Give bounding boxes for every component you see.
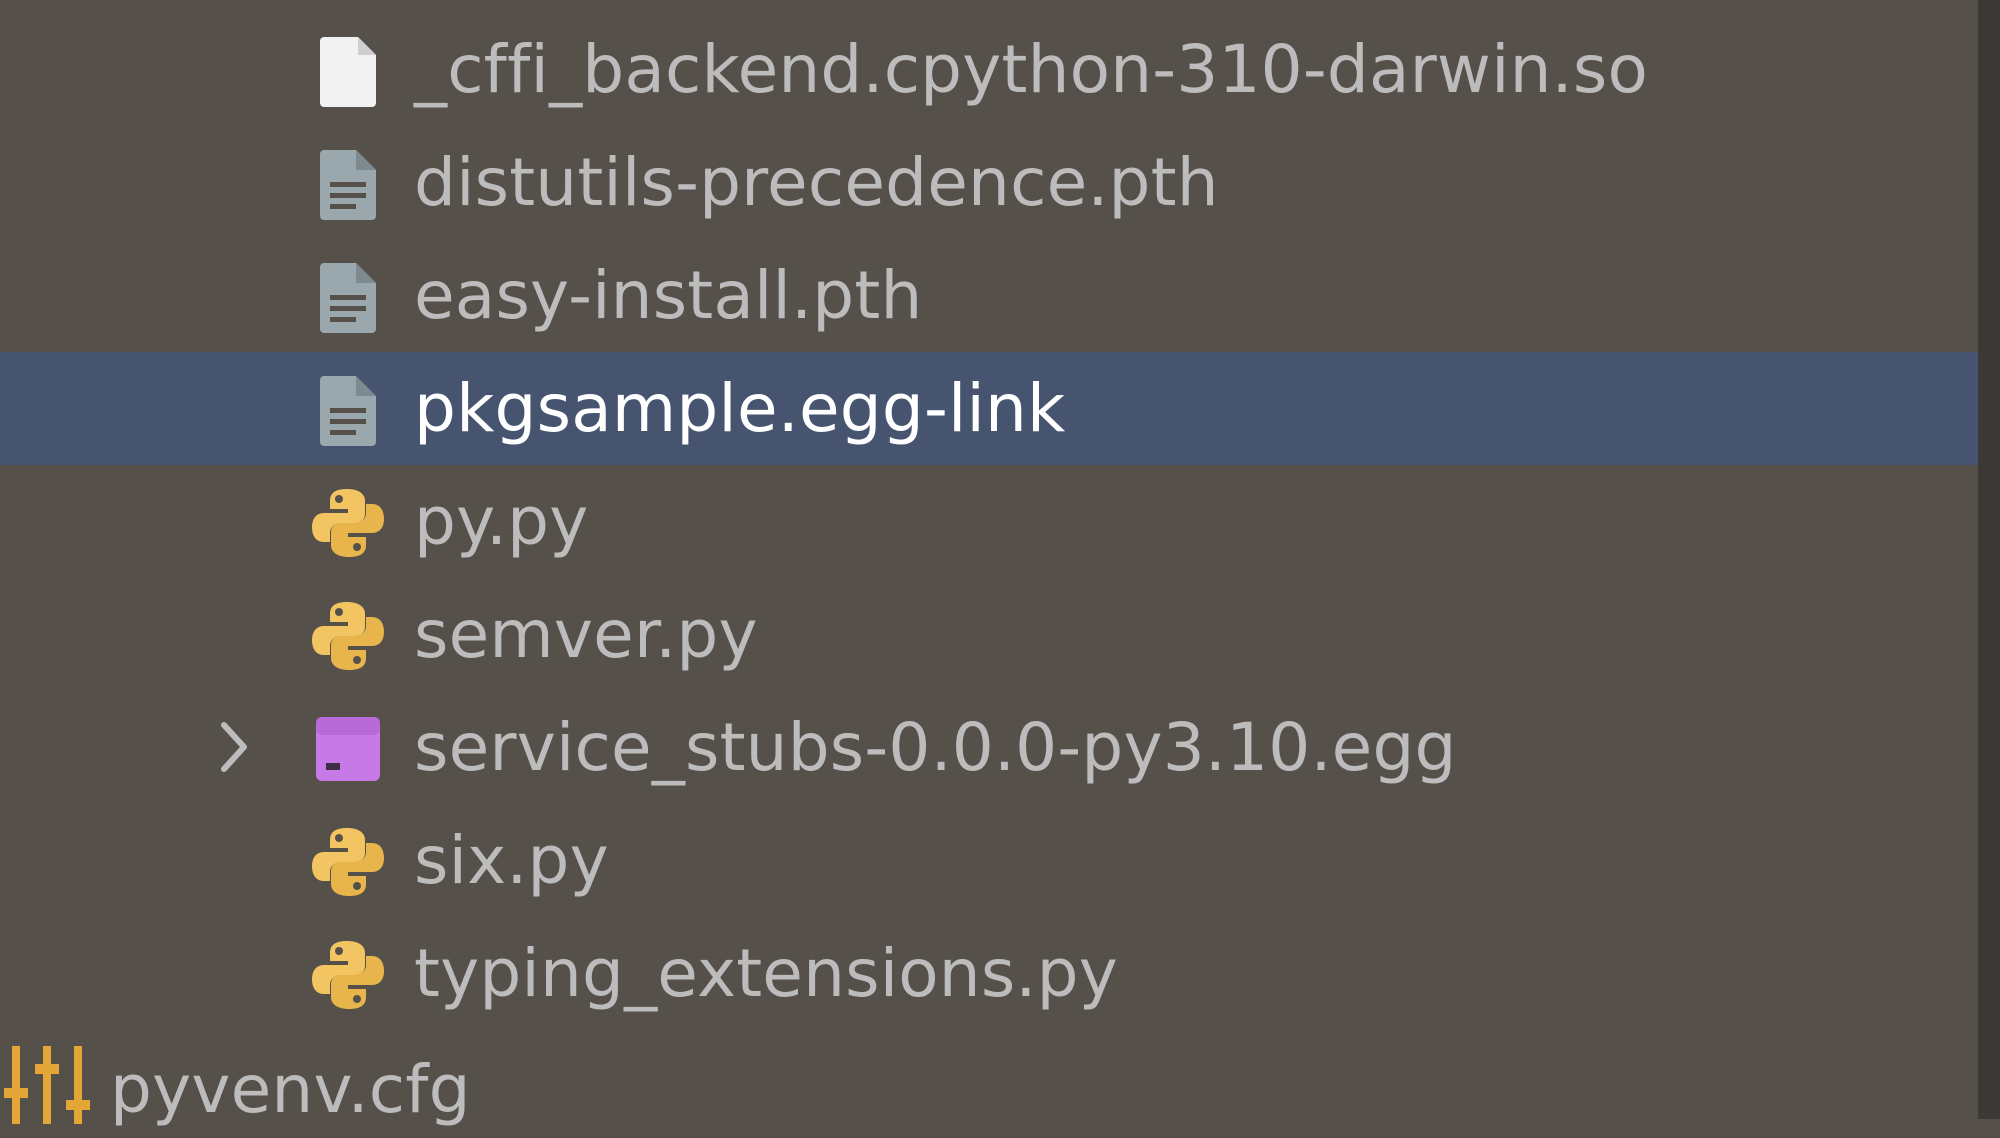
- tree-item-label: distutils-precedence.pth: [414, 144, 1219, 221]
- tree-item-label: service_stubs-0.0.0-py3.10.egg: [414, 709, 1457, 786]
- python-file-icon: [310, 485, 386, 561]
- tree-item-semver-py[interactable]: semver.py: [0, 578, 1978, 691]
- tree-item-py-py[interactable]: py.py: [0, 465, 1978, 578]
- tree-item-easy-install[interactable]: easy-install.pth: [0, 239, 1978, 352]
- config-file-icon: [4, 1042, 90, 1128]
- tree-item-distutils-precedence[interactable]: distutils-precedence.pth: [0, 126, 1978, 239]
- tree-item-six-py[interactable]: six.py: [0, 804, 1978, 917]
- text-file-icon: [310, 146, 386, 222]
- tree-item-cffi-backend[interactable]: _cffi_backend.cpython-310-darwin.so: [0, 13, 1978, 126]
- chevron-right-icon[interactable]: [214, 719, 254, 775]
- python-file-icon: [310, 937, 386, 1013]
- tree-item-label: six.py: [414, 822, 609, 899]
- python-file-icon: [310, 824, 386, 900]
- tree-item-label: semver.py: [414, 596, 758, 673]
- tree-item-pkgsample-egg-link[interactable]: pkgsample.egg-link: [0, 352, 1978, 465]
- binary-file-icon: [310, 33, 386, 109]
- text-file-icon: [310, 372, 386, 448]
- project-file-tree: _cffi_backend.cpython-310-darwin.so dist…: [0, 0, 1978, 1128]
- tree-item-pyvenv-cfg[interactable]: pyvenv.cfg: [0, 1010, 1978, 1128]
- scrollbar-track[interactable]: [1978, 0, 2000, 1119]
- python-file-icon: [310, 598, 386, 674]
- tree-item-label: _cffi_backend.cpython-310-darwin.so: [414, 31, 1649, 108]
- tree-item-label: pyvenv.cfg: [110, 1051, 471, 1128]
- tree-item-service-stubs-egg[interactable]: service_stubs-0.0.0-py3.10.egg: [0, 691, 1978, 804]
- archive-icon: [310, 711, 386, 787]
- tree-item-label: easy-install.pth: [414, 257, 923, 334]
- tree-item-label: pkgsample.egg-link: [414, 370, 1066, 447]
- text-file-icon: [310, 259, 386, 335]
- tree-item-label: py.py: [414, 483, 589, 560]
